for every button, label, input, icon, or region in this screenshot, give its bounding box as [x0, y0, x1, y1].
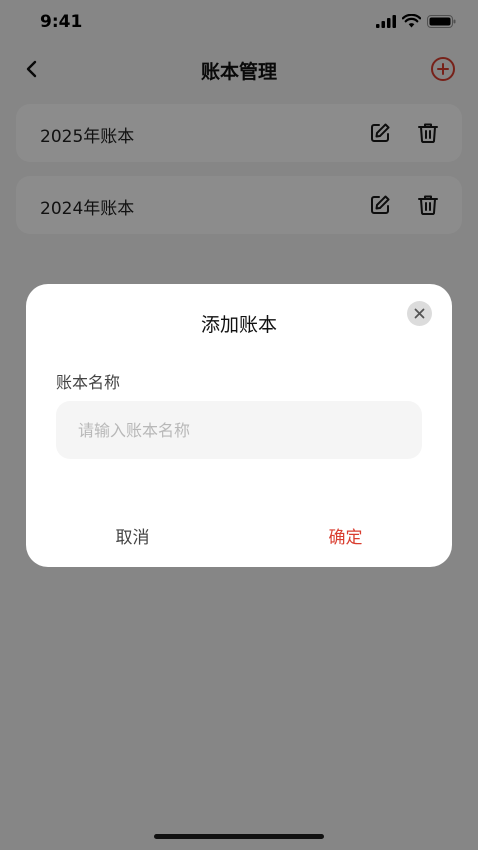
confirm-button[interactable]: 确定 — [239, 503, 452, 567]
dialog-title: 添加账本 — [200, 314, 277, 336]
close-icon — [414, 308, 425, 319]
book-name-label: 账本名称 — [56, 373, 121, 392]
home-indicator — [154, 834, 324, 839]
book-name-input[interactable] — [56, 401, 422, 459]
app-screen: 9:41 账本管理 2025年账本 2024年账本 添加账本 账本名称 请输入账… — [0, 0, 478, 850]
add-book-dialog: 添加账本 账本名称 取消 确定 — [26, 284, 452, 567]
dialog-actions: 取消 确定 — [26, 503, 452, 567]
close-dialog-button[interactable] — [407, 301, 432, 326]
cancel-button[interactable]: 取消 — [26, 503, 239, 567]
